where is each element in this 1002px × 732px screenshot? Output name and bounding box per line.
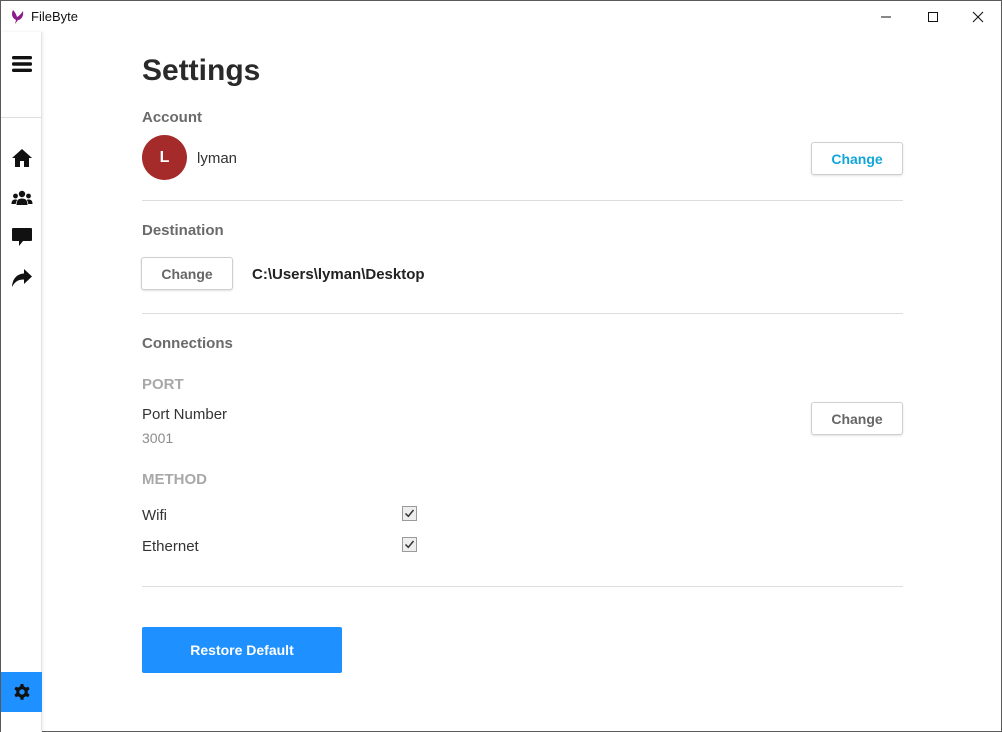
checkmark-icon: [404, 540, 415, 549]
minimize-icon: [881, 16, 891, 17]
ethernet-label: Ethernet: [142, 538, 199, 555]
section-divider: [142, 313, 903, 314]
sidebar-menu-toggle[interactable]: [1, 44, 42, 84]
title-bar: FileByte: [1, 1, 1001, 32]
sidebar-item-users[interactable]: [1, 178, 42, 218]
section-divider: [142, 200, 903, 201]
change-destination-button[interactable]: Change: [141, 257, 233, 290]
filebyte-logo-icon: [10, 8, 26, 26]
wifi-label: Wifi: [142, 507, 167, 524]
share-icon: [11, 269, 32, 287]
home-icon: [11, 149, 32, 167]
wifi-checkbox[interactable]: [402, 506, 417, 521]
port-number-value: 3001: [142, 430, 174, 446]
restore-default-button[interactable]: Restore Default: [142, 627, 342, 673]
connections-heading: Connections: [142, 335, 233, 352]
port-heading: PORT: [142, 376, 184, 393]
port-number-label: Port Number: [142, 406, 228, 423]
sidebar-item-settings[interactable]: [1, 672, 42, 712]
section-divider: [142, 586, 903, 587]
change-account-button[interactable]: Change: [811, 142, 903, 175]
maximize-button[interactable]: [910, 1, 956, 32]
account-username: lyman: [197, 150, 238, 167]
checkmark-icon: [404, 509, 415, 518]
destination-heading: Destination: [142, 222, 224, 239]
sidebar-item-share[interactable]: [1, 258, 42, 298]
users-icon: [11, 190, 32, 205]
method-heading: METHOD: [142, 471, 207, 488]
chat-icon: [11, 228, 32, 246]
sidebar: [1, 32, 42, 732]
change-port-button[interactable]: Change: [811, 402, 903, 435]
menu-icon: [11, 56, 32, 72]
minimize-button[interactable]: [863, 1, 909, 32]
page-title: Settings: [142, 54, 261, 87]
avatar: L: [142, 135, 187, 180]
ethernet-checkbox[interactable]: [402, 537, 417, 552]
close-icon: [972, 11, 984, 22]
window-title: FileByte: [31, 9, 78, 24]
sidebar-item-home[interactable]: [1, 138, 42, 178]
app-window: FileByte Settings Account L lyman Change…: [0, 0, 1002, 732]
destination-path: C:\Users\lyman\Desktop: [252, 266, 425, 283]
maximize-icon: [928, 11, 938, 22]
gear-icon: [13, 684, 30, 700]
close-button[interactable]: [955, 1, 1001, 32]
sidebar-divider: [1, 117, 42, 118]
sidebar-item-messages[interactable]: [1, 217, 42, 257]
account-heading: Account: [142, 109, 202, 126]
